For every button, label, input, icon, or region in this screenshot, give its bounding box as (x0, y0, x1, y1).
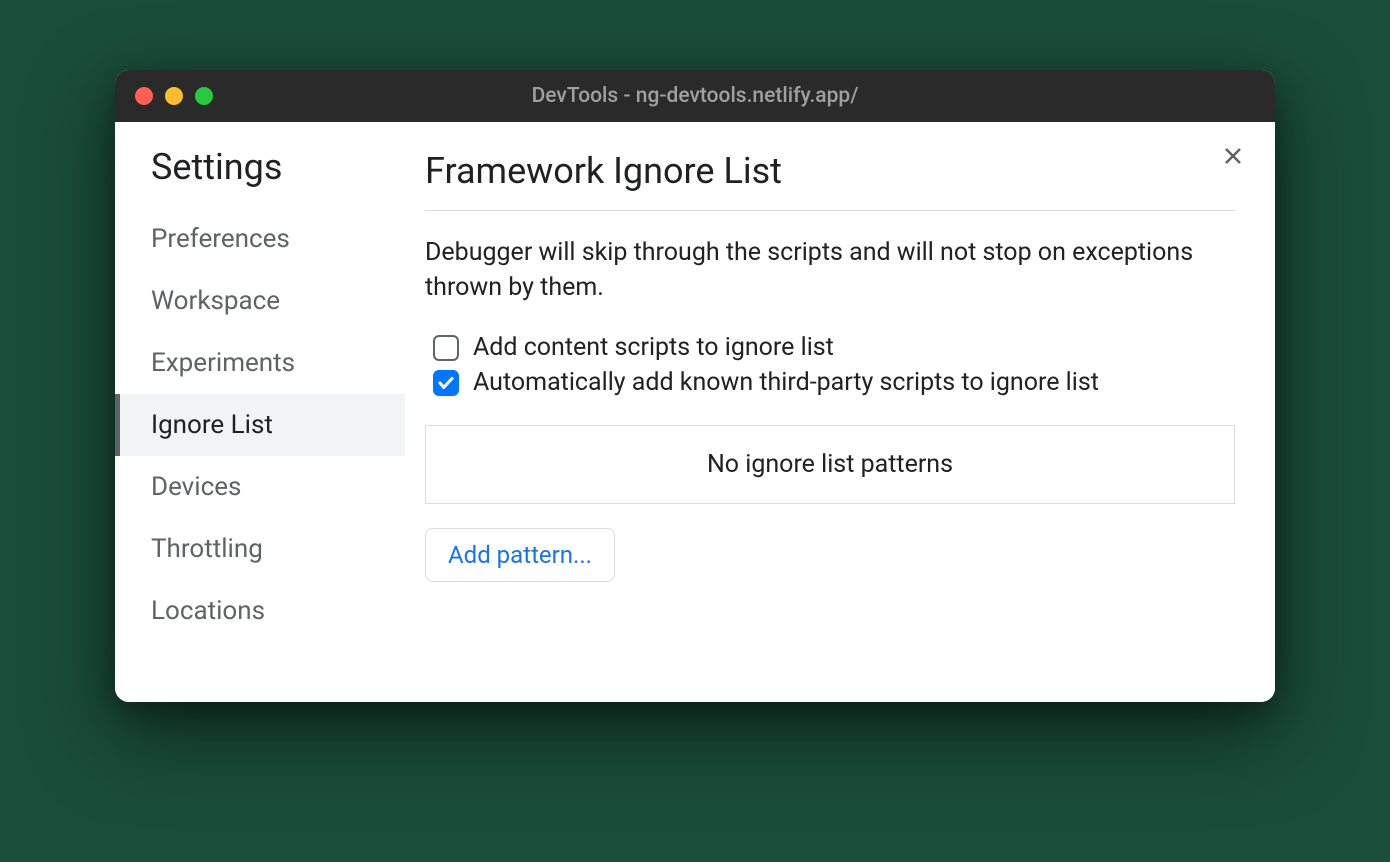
settings-sidebar: Settings Preferences Workspace Experimen… (115, 122, 405, 702)
sidebar-item-experiments[interactable]: Experiments (115, 332, 405, 394)
checkbox-third-party[interactable] (433, 370, 459, 396)
sidebar-item-devices[interactable]: Devices (115, 456, 405, 518)
traffic-lights (135, 87, 213, 105)
titlebar: DevTools - ng-devtools.netlify.app/ (115, 70, 1275, 122)
checkbox-label-content-scripts: Add content scripts to ignore list (473, 333, 834, 362)
patterns-list-empty: No ignore list patterns (425, 425, 1235, 504)
sidebar-item-workspace[interactable]: Workspace (115, 270, 405, 332)
checkbox-row-third-party: Automatically add known third-party scri… (425, 368, 1235, 397)
sidebar-item-preferences[interactable]: Preferences (115, 208, 405, 270)
page-title: Framework Ignore List (425, 150, 1235, 211)
minimize-window-button[interactable] (165, 87, 183, 105)
sidebar-item-throttling[interactable]: Throttling (115, 518, 405, 580)
devtools-settings-window: DevTools - ng-devtools.netlify.app/ Sett… (115, 70, 1275, 702)
sidebar-item-locations[interactable]: Locations (115, 580, 405, 642)
checkbox-row-content-scripts: Add content scripts to ignore list (425, 333, 1235, 362)
window-title: DevTools - ng-devtools.netlify.app/ (532, 84, 859, 108)
maximize-window-button[interactable] (195, 87, 213, 105)
checkbox-label-third-party: Automatically add known third-party scri… (473, 368, 1099, 397)
sidebar-title: Settings (115, 146, 405, 208)
checkbox-content-scripts[interactable] (433, 335, 459, 361)
add-pattern-button[interactable]: Add pattern... (425, 528, 615, 582)
sidebar-item-ignore-list[interactable]: Ignore List (115, 394, 405, 456)
close-icon[interactable] (1221, 144, 1245, 168)
description-text: Debugger will skip through the scripts a… (425, 235, 1235, 305)
close-window-button[interactable] (135, 87, 153, 105)
main-panel: Framework Ignore List Debugger will skip… (405, 122, 1275, 702)
content-area: Settings Preferences Workspace Experimen… (115, 122, 1275, 702)
